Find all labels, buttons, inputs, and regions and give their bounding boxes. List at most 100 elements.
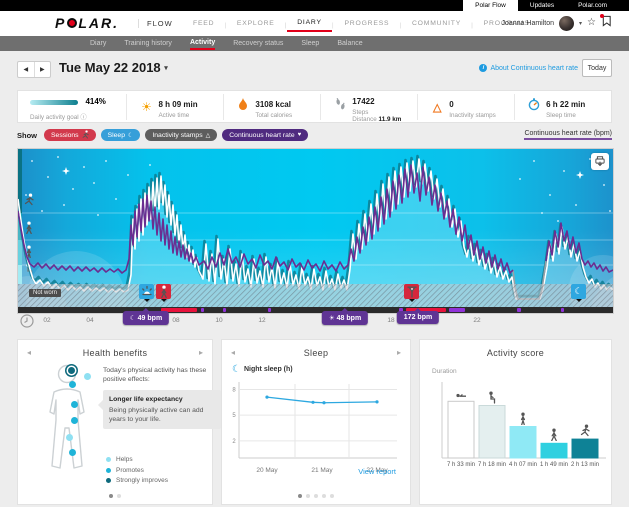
stat-value: 17422 [352, 97, 374, 106]
stat-value: 3108 kcal [255, 100, 291, 109]
benefit-dot [71, 417, 78, 424]
session-badge-gym[interactable]: .st{fill:none;stroke:#fff;stroke-width:1… [404, 284, 419, 299]
hr-chart-canvas: .st{fill:none;stroke:#fff;stroke-width:1… [18, 149, 613, 307]
health-intro-text: Today's physical activity has these posi… [103, 366, 209, 384]
top-strip: Polar FlowUpdatesPolar.com [0, 0, 629, 11]
today-button[interactable]: Today [582, 59, 612, 77]
session-badge-walk[interactable]: .st{fill:none;stroke:#fff;stroke-width:1… [156, 284, 171, 299]
sleep-card-title: Sleep [222, 348, 410, 358]
polar-logo[interactable]: PLAR. [55, 15, 119, 31]
stat-label: Steps [352, 109, 401, 116]
nav-item-progress[interactable]: PROGRESS [334, 20, 399, 31]
activity-goal-label: Daily activity goal [30, 114, 79, 121]
show-filter-row: Show Sessions.st{fill:none;stroke:#fff;s… [17, 127, 612, 143]
subnav-item-sleep[interactable]: Sleep [301, 38, 319, 49]
nav-item-community[interactable]: COMMUNITY [402, 20, 471, 31]
pagination-dot[interactable] [314, 494, 318, 498]
steps-stat-icon [333, 98, 347, 116]
user-name: Joanna Hamilton [501, 20, 554, 27]
daily-stats-bar: 414% Daily activity goal ⓘ ☀8 h 09 minAc… [17, 90, 612, 123]
filter-chip-continuous-heart-rate[interactable]: Continuous heart rate ♥ [222, 129, 308, 141]
sun-stat-icon: ☀ [139, 98, 153, 116]
favorites-star-icon[interactable]: ☆ [587, 17, 596, 29]
bar-label-3: 1 h 49 min [540, 462, 568, 468]
flame-stat-icon [236, 98, 250, 116]
subnav-item-recovery-status[interactable]: Recovery status [233, 38, 283, 49]
hour-label-02: 02 [43, 317, 50, 324]
subnav-item-activity[interactable]: Activity [190, 37, 215, 50]
view-report-link[interactable]: View report [358, 467, 396, 476]
sleep-next-icon[interactable]: ▸ [397, 348, 401, 357]
activity-goal-percent: 414% [85, 97, 105, 106]
filter-chip-sessions[interactable]: Sessions.st{fill:none;stroke:#fff;stroke… [44, 129, 96, 141]
filter-chip-sleep[interactable]: Sleep☾ [101, 129, 141, 141]
hour-label-04: 04 [86, 317, 93, 324]
legend-promotes: Promotes [106, 467, 168, 474]
health-benefits-card: ◂ Health benefits ▸ Today's physical act… [17, 339, 213, 505]
session-badge-moonbadge[interactable]: ☾ [571, 284, 586, 299]
hour-label-10: 10 [215, 317, 222, 324]
nav-item-explore[interactable]: EXPLORE [227, 20, 285, 31]
goal-info-icon[interactable]: ⓘ [80, 114, 86, 121]
stat-total-calories: 3108 kcalTotal calories [223, 94, 320, 120]
pagination-dot[interactable] [298, 494, 302, 498]
timeline-segment [517, 308, 521, 312]
pagination-dot[interactable] [117, 494, 121, 498]
night-sleep-label: Night sleep (h) [244, 366, 293, 373]
continuous-hr-chart[interactable]: .st{fill:none;stroke:#fff;stroke-width:1… [17, 148, 614, 314]
subnav-item-balance[interactable]: Balance [337, 38, 362, 49]
benefit-dot [84, 373, 91, 380]
bpm-badge-48-bpm: ☀48 bpm [322, 311, 368, 325]
activity-score-title: Activity score [420, 348, 611, 358]
site-tab-updates[interactable]: Updates [518, 0, 566, 11]
filter-chip-inactivity-stamps[interactable]: Inactivity stamps △ [145, 129, 217, 141]
stat-label: Inactivity stamps [449, 112, 496, 119]
benefit-dot [66, 434, 73, 441]
walking-level-icon: .st{fill:none;stroke:#fff;stroke-width:1… [24, 221, 36, 234]
pagination-dot[interactable] [322, 494, 326, 498]
subnav-item-diary[interactable]: Diary [90, 38, 106, 49]
pagination-dot[interactable] [330, 494, 334, 498]
date-picker[interactable]: Tue May 22 2018 ▾ [59, 60, 168, 75]
prev-day-button[interactable]: ◀ [18, 62, 35, 77]
avatar[interactable] [559, 16, 574, 31]
print-chart-button[interactable] [591, 153, 609, 170]
activity-goal-progressbar [30, 100, 78, 105]
user-area: Joanna Hamilton ▾ ☆ [501, 15, 612, 31]
pagination-dot[interactable] [306, 494, 310, 498]
stat-value: 0 [449, 100, 453, 109]
chip-label: Continuous heart rate [229, 132, 294, 139]
pagination-dot[interactable] [109, 494, 113, 498]
bar-label-0: 7 h 33 min [447, 462, 475, 468]
about-chr-link[interactable]: i About Continuous heart rate [479, 64, 578, 72]
legend-dot [106, 468, 111, 473]
site-tab-polarcom[interactable]: Polar.com [566, 0, 619, 11]
bar-label-1: 7 h 18 min [478, 462, 506, 468]
notifications-flag-icon[interactable] [601, 15, 612, 31]
hour-label-22: 22 [473, 317, 480, 324]
chip-label: Inactivity stamps [152, 132, 202, 139]
legend-helps: Helps [106, 456, 168, 463]
legend-dot [106, 457, 111, 462]
main-header: PLAR. FLOW FEED|EXPLORE|DIARY|PROGRESS|C… [0, 11, 629, 36]
heart-icon: ♥ [298, 132, 302, 138]
health-tooltip: Longer life expectancy Being physically … [103, 390, 221, 429]
date-nav: ◀ ▶ [17, 61, 51, 78]
session-badge-sunrise[interactable]: .st{fill:none;stroke:#fff;stroke-width:1… [139, 284, 154, 299]
triangle-icon: △ [206, 132, 211, 139]
nav-item-feed[interactable]: FEED [183, 20, 224, 31]
walk-icon: .st{fill:none;stroke:#fff;stroke-width:1… [159, 285, 169, 298]
running-level-icon: .st{fill:none;stroke:#fff;stroke-width:1… [24, 193, 36, 206]
chart-axis-label: Continuous heart rate (bpm) [524, 130, 612, 140]
chevron-down-icon[interactable]: ▾ [579, 20, 582, 27]
subnav-item-training-history[interactable]: Training history [124, 38, 172, 49]
legend-label: Promotes [116, 467, 144, 474]
next-day-button[interactable]: ▶ [35, 62, 51, 77]
health-next-icon[interactable]: ▸ [199, 348, 203, 357]
timeline-segment [268, 308, 271, 312]
site-tab-polarflow[interactable]: Polar Flow [463, 0, 518, 11]
nav-item-diary[interactable]: DIARY [287, 19, 332, 32]
svg-text:2: 2 [232, 439, 236, 445]
body-figure [36, 362, 98, 474]
bpm-badge-172-bpm: 172 bpm [397, 311, 439, 324]
